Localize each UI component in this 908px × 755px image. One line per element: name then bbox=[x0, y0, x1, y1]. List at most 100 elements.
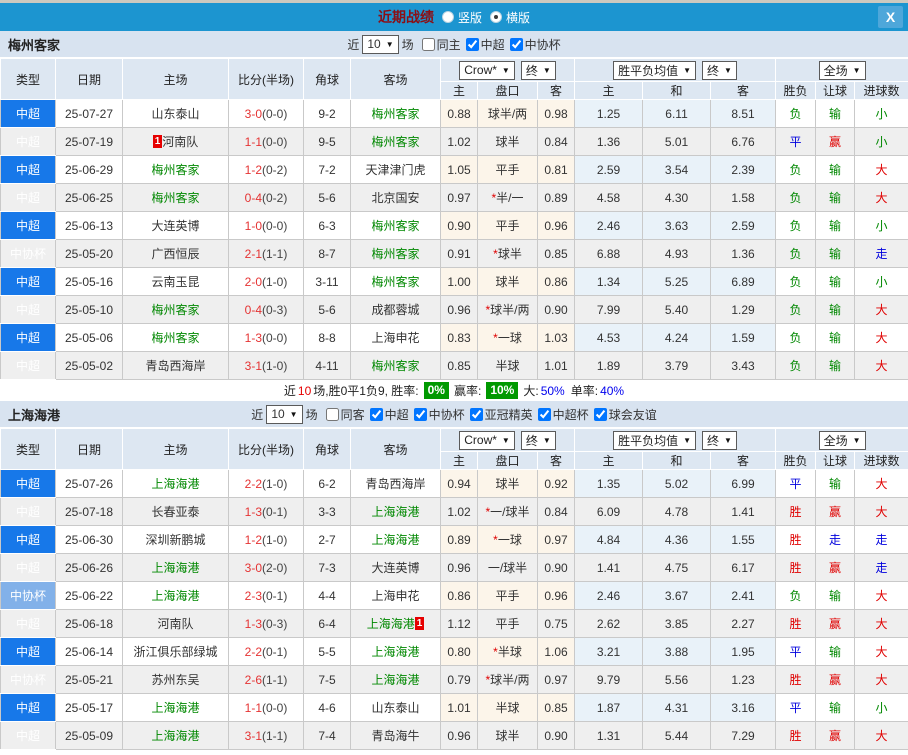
league-type-cell: 中协杯 bbox=[0, 239, 56, 268]
home-odds-cell: 0.96 bbox=[440, 553, 478, 582]
filter-checkbox-group: 同主 中超 中协杯 bbox=[417, 36, 561, 53]
goals-result-cell: 小 bbox=[854, 693, 908, 722]
sub-header: 让球 bbox=[815, 451, 856, 470]
avg-home-cell: 9.79 bbox=[574, 665, 644, 694]
handicap-cell: 半球 bbox=[477, 693, 538, 722]
sub-header: 主 bbox=[440, 451, 478, 470]
col-header-date: 日期 bbox=[55, 428, 123, 470]
games-count-select[interactable]: 10 ▼ bbox=[266, 404, 303, 424]
corners-cell: 4-6 bbox=[303, 693, 351, 722]
avg-away-cell: 1.23 bbox=[710, 665, 777, 694]
away-team-cell: 青岛海牛 bbox=[350, 721, 441, 750]
away-team-cell: 梅州客家 bbox=[350, 239, 441, 268]
filter-checkbox[interactable] bbox=[593, 407, 607, 421]
match-row: 中超 25-05-09 上海海港 3-1(1-1) 7-4 青岛海牛 0.96 球半 0.90 1… bbox=[0, 721, 908, 750]
avg-odds-select[interactable]: 胜平负均值 ▼ bbox=[613, 60, 697, 80]
odds-time-select[interactable]: 终 ▼ bbox=[520, 60, 556, 80]
team-name: 青岛西海岸 bbox=[365, 477, 426, 491]
bookmaker-select[interactable]: Crow* ▼ bbox=[459, 60, 515, 80]
goals-result-cell: 大 bbox=[854, 351, 908, 380]
filter-亚冠精英[interactable]: 亚冠精英 bbox=[465, 406, 533, 423]
away-odds-cell: 0.90 bbox=[536, 295, 576, 324]
handicap-result-cell: 输 bbox=[815, 351, 856, 380]
filter-同主[interactable]: 同主 bbox=[417, 36, 461, 53]
filter-checkbox[interactable] bbox=[421, 37, 435, 51]
date-cell: 25-07-26 bbox=[55, 469, 123, 498]
handicap-result-cell: 输 bbox=[815, 693, 856, 722]
chevron-down-icon: ▼ bbox=[385, 39, 394, 49]
team-name: 上海海港 bbox=[151, 561, 200, 575]
filter-checkbox[interactable] bbox=[413, 407, 427, 421]
handicap-cell: *半/一 bbox=[477, 183, 538, 212]
radio-icon[interactable] bbox=[490, 11, 502, 23]
home-team-cell: 青岛西海岸 bbox=[122, 351, 229, 380]
avg-draw-cell: 5.56 bbox=[642, 665, 712, 694]
filter-label: 中超 bbox=[480, 37, 505, 52]
home-odds-cell: 1.01 bbox=[440, 693, 478, 722]
filter-checkbox[interactable] bbox=[537, 407, 551, 421]
league-type-cell: 中超 bbox=[0, 267, 56, 296]
close-button[interactable]: X bbox=[878, 6, 903, 28]
games-count-select[interactable]: 10 ▼ bbox=[362, 34, 399, 54]
score-cell: 1-0(0-0) bbox=[228, 211, 304, 240]
filter-checkbox[interactable] bbox=[369, 407, 383, 421]
avg-odds-select[interactable]: 胜平负均值 ▼ bbox=[613, 430, 697, 450]
layout-vertical-radio[interactable]: 竖版 bbox=[441, 9, 482, 26]
avg-draw-cell: 4.30 bbox=[642, 183, 712, 212]
chevron-down-icon: ▼ bbox=[724, 65, 732, 75]
section-header-shanghai: 上海海港 近 10 ▼ 场 同客 中超 中协杯 亚冠精英 中超杯 球会友谊 bbox=[0, 401, 908, 428]
sub-header: 客 bbox=[710, 451, 777, 470]
away-odds-cell: 0.90 bbox=[536, 721, 576, 750]
filter-球会友谊[interactable]: 球会友谊 bbox=[589, 406, 657, 423]
layout-horizontal-radio[interactable]: 横版 bbox=[490, 9, 530, 26]
date-cell: 25-05-02 bbox=[55, 351, 123, 380]
team-name: 广西恒辰 bbox=[151, 247, 200, 261]
filter-checkbox[interactable] bbox=[465, 37, 479, 51]
goals-result-cell: 大 bbox=[854, 295, 908, 324]
away-team-cell: 大连英博 bbox=[350, 553, 441, 582]
rank-badge: 1 bbox=[414, 617, 425, 630]
avg-time-select[interactable]: 终 ▼ bbox=[702, 430, 737, 450]
score-cell: 1-1(0-0) bbox=[228, 127, 304, 156]
avg-draw-cell: 3.67 bbox=[642, 581, 712, 610]
avg-time-select[interactable]: 终 ▼ bbox=[702, 60, 737, 80]
team-name: 梅州客家 bbox=[371, 359, 420, 373]
avg-draw-cell: 5.44 bbox=[642, 721, 712, 750]
radio-icon[interactable] bbox=[441, 11, 454, 23]
handicap-result-cell: 赢 bbox=[815, 497, 856, 526]
avg-away-cell: 2.39 bbox=[710, 155, 777, 184]
near-label: 近 bbox=[251, 407, 264, 422]
team-name: 梅州客家 bbox=[371, 275, 420, 289]
odds-time-select[interactable]: 终 ▼ bbox=[520, 430, 556, 450]
filter-中协杯[interactable]: 中协杯 bbox=[409, 406, 465, 423]
period-select[interactable]: 全场 ▼ bbox=[818, 430, 866, 450]
match-row: 中超 25-06-25 梅州客家 0-4(0-2) 5-6 北京国安 0.97 *半/一 0.8… bbox=[0, 183, 908, 212]
filter-中超[interactable]: 中超 bbox=[365, 406, 409, 423]
score-cell: 0-4(0-3) bbox=[228, 295, 304, 324]
filter-label: 同主 bbox=[436, 37, 461, 52]
sub-header: 客 bbox=[710, 81, 777, 100]
chevron-down-icon: ▼ bbox=[289, 409, 298, 419]
home-odds-cell: 0.86 bbox=[440, 581, 478, 610]
avg-home-cell: 1.89 bbox=[574, 351, 644, 380]
filter-checkbox[interactable] bbox=[325, 407, 339, 421]
away-odds-cell: 0.96 bbox=[536, 581, 576, 610]
filter-中超[interactable]: 中超 bbox=[461, 36, 505, 53]
handicap-result-cell: 输 bbox=[815, 155, 856, 184]
filter-中超杯[interactable]: 中超杯 bbox=[533, 406, 589, 423]
avg-draw-cell: 4.31 bbox=[642, 693, 712, 722]
period-select[interactable]: 全场 ▼ bbox=[818, 60, 866, 80]
bookmaker-select[interactable]: Crow* ▼ bbox=[459, 430, 515, 450]
filter-同客[interactable]: 同客 bbox=[321, 406, 365, 423]
col-header-away: 客场 bbox=[350, 428, 441, 470]
filter-checkbox[interactable] bbox=[469, 407, 483, 421]
filter-中协杯[interactable]: 中协杯 bbox=[505, 36, 561, 53]
match-row: 中协杯 25-05-20 广西恒辰 2-1(1-1) 8-7 梅州客家 0.91 *球半 0.8… bbox=[0, 239, 908, 268]
home-odds-cell: 0.97 bbox=[440, 183, 478, 212]
home-team-cell: 深圳新鹏城 bbox=[122, 525, 229, 554]
goals-result-cell: 走 bbox=[854, 525, 908, 554]
league-type-cell: 中超 bbox=[0, 211, 56, 240]
avg-draw-cell: 3.54 bbox=[642, 155, 712, 184]
away-team-cell: 上海申花 bbox=[350, 581, 441, 610]
filter-checkbox[interactable] bbox=[509, 37, 523, 51]
